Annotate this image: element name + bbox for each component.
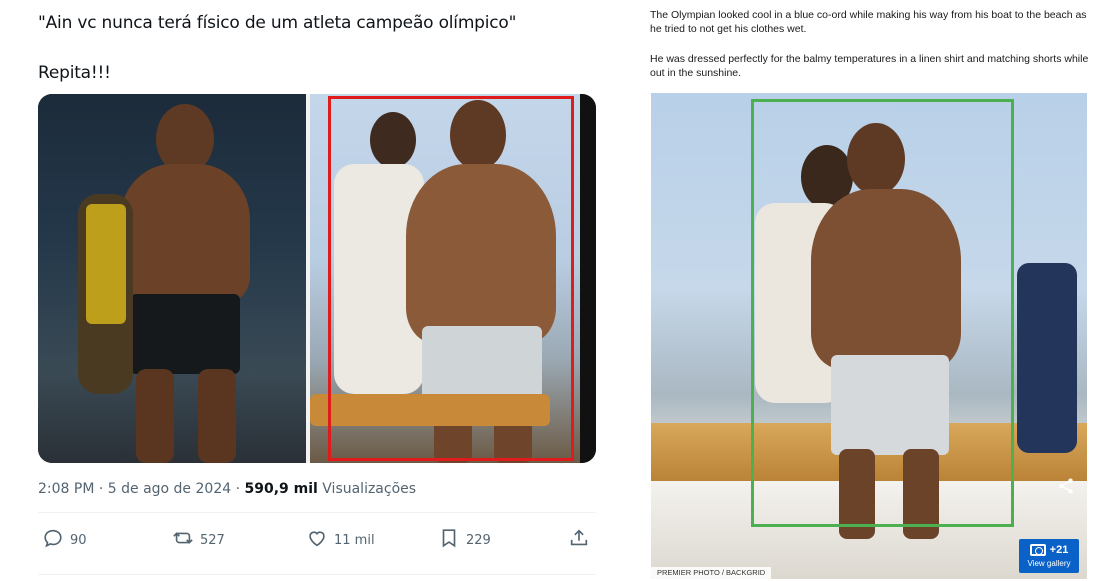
like-count: 11 mil bbox=[334, 532, 375, 548]
divider bbox=[38, 512, 596, 513]
camera-icon bbox=[1029, 544, 1046, 556]
tweet-timestamp[interactable]: 2:08 PM · 5 de ago de 2024 · 590,9 mil V… bbox=[38, 481, 416, 497]
repost-count: 527 bbox=[200, 532, 225, 548]
reply-button[interactable]: 90 bbox=[42, 525, 87, 555]
share-icon[interactable] bbox=[1057, 477, 1075, 495]
highlight-box-green bbox=[751, 99, 1014, 527]
views-label: Visualizações bbox=[317, 481, 417, 497]
reply-count: 90 bbox=[70, 532, 87, 548]
view-gallery-button[interactable]: +21 View gallery bbox=[1019, 539, 1079, 573]
reply-icon bbox=[42, 527, 64, 553]
photo-athlete-sprinting bbox=[38, 94, 306, 463]
highlight-box-red bbox=[328, 96, 574, 461]
article-paragraph: The Olympian looked cool in a blue co-or… bbox=[650, 9, 1087, 35]
photo-credit: PREMIER PHOTO / BACKGRID bbox=[651, 567, 772, 579]
like-icon bbox=[306, 527, 328, 553]
bookmark-icon bbox=[438, 527, 460, 553]
gallery-label: View gallery bbox=[1027, 559, 1071, 568]
tweet-card: "Ain vc nunca terá físico de um atleta c… bbox=[0, 0, 612, 581]
tweet-text-line2: Repita!!! bbox=[38, 63, 111, 83]
tweet-text-line1: "Ain vc nunca terá físico de um atleta c… bbox=[38, 13, 517, 33]
repost-icon bbox=[172, 527, 194, 553]
gallery-count: +21 bbox=[1049, 544, 1069, 556]
bookmark-count: 229 bbox=[466, 532, 491, 548]
tweet-actions: 90 527 11 mil 229 bbox=[38, 525, 596, 555]
article-paragraph: He was dressed perfectly for the balmy t… bbox=[650, 53, 1089, 79]
share-icon bbox=[568, 527, 590, 553]
media-edge-strip bbox=[580, 94, 596, 463]
repost-button[interactable]: 527 bbox=[172, 525, 225, 555]
divider bbox=[38, 574, 596, 575]
share-button[interactable] bbox=[568, 525, 590, 555]
article-photo[interactable]: +21 View gallery PREMIER PHOTO / BACKGRI… bbox=[651, 93, 1087, 579]
news-article: The Olympian looked cool in a blue co-or… bbox=[640, 0, 1100, 581]
views-count: 590,9 mil bbox=[244, 481, 318, 497]
tweet-media[interactable] bbox=[38, 94, 596, 463]
bookmark-button[interactable]: 229 bbox=[438, 525, 491, 555]
like-button[interactable]: 11 mil bbox=[306, 525, 375, 555]
timestamp-date: 2:08 PM · 5 de ago de 2024 · bbox=[38, 481, 245, 497]
